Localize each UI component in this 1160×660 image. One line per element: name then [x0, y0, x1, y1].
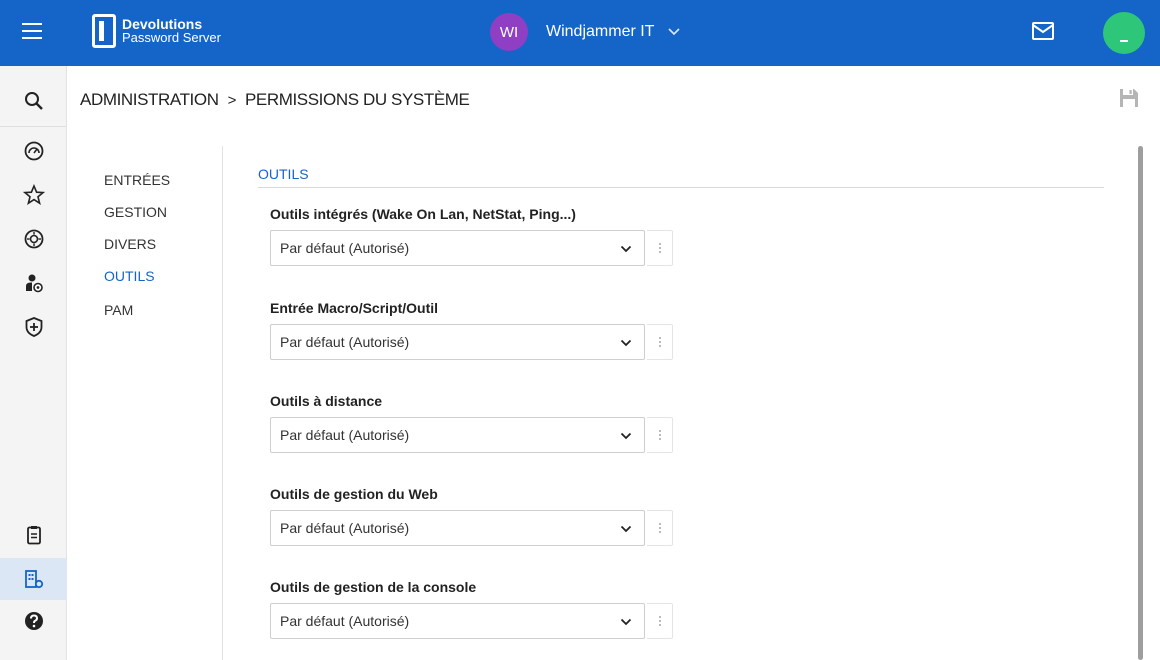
user-roles-icon[interactable] — [0, 262, 67, 304]
subnav-item-outils[interactable]: OUTILS — [104, 268, 155, 284]
field-label-console-management-tools: Outils de gestion de la console — [270, 579, 477, 595]
chevron-down-icon — [620, 245, 632, 253]
workspace-avatar: WI — [490, 13, 528, 51]
more-options-icon[interactable] — [647, 603, 673, 639]
section-title: OUTILS — [258, 166, 309, 182]
app-logo[interactable]: Devolutions Password Server — [92, 12, 221, 50]
star-icon[interactable] — [0, 174, 67, 216]
subnav-item-pam[interactable]: PAM — [104, 302, 133, 318]
chevron-down-icon — [620, 339, 632, 347]
vault-icon[interactable] — [0, 218, 67, 260]
more-options-icon[interactable] — [647, 417, 673, 453]
chevron-down-icon — [620, 525, 632, 533]
select-value: Par défaut (Autorisé) — [280, 520, 410, 536]
select-integrated-tools[interactable]: Par défaut (Autorisé) — [270, 230, 645, 266]
save-icon[interactable] — [1117, 86, 1141, 110]
select-web-management-tools[interactable]: Par défaut (Autorisé) — [270, 510, 645, 546]
permissions-panel: OUTILS Outils intégrés (Wake On Lan, Net… — [258, 160, 1104, 660]
breadcrumb-current: PERMISSIONS DU SYSTÈME — [244, 90, 470, 109]
envelope-icon[interactable] — [1032, 22, 1054, 40]
administration-icon[interactable] — [0, 558, 67, 600]
more-options-icon[interactable] — [647, 510, 673, 546]
user-avatar[interactable] — [1103, 12, 1145, 54]
logo-brand: Devolutions — [122, 16, 203, 32]
search-icon[interactable] — [0, 80, 67, 122]
shield-icon[interactable] — [0, 306, 67, 348]
menu-icon[interactable] — [22, 23, 42, 41]
select-value: Par défaut (Autorisé) — [280, 427, 410, 443]
scrollbar-thumb[interactable] — [1138, 146, 1143, 660]
breadcrumb-root[interactable]: ADMINISTRATION — [80, 90, 219, 110]
more-options-icon[interactable] — [647, 324, 673, 360]
field-label-remote-tools: Outils à distance — [270, 393, 383, 409]
select-value: Par défaut (Autorisé) — [280, 613, 410, 629]
chevron-down-icon — [668, 25, 681, 39]
subnav-item-gestion[interactable]: GESTION — [104, 204, 167, 220]
field-label-integrated-tools: Outils intégrés (Wake On Lan, NetStat, P… — [270, 206, 576, 222]
dashboard-icon[interactable] — [0, 130, 67, 172]
section-divider — [258, 187, 1104, 188]
field-label-web-management-tools: Outils de gestion du Web — [270, 486, 438, 502]
subnav-item-divers[interactable]: DIVERS — [104, 236, 156, 252]
logo-text: Devolutions Password Server — [122, 17, 221, 45]
select-value: Par défaut (Autorisé) — [280, 334, 410, 350]
devolutions-logo-icon — [92, 14, 116, 48]
clipboard-icon[interactable] — [0, 514, 67, 556]
chevron-down-icon — [620, 618, 632, 626]
subnav-item-entrees[interactable]: ENTRÉES — [104, 172, 170, 188]
settings-subnav: ENTRÉES GESTION DIVERS OUTILS PAM — [80, 146, 223, 660]
select-console-management-tools[interactable]: Par défaut (Autorisé) — [270, 603, 645, 639]
workspace-name: Windjammer IT — [546, 23, 655, 40]
top-bar: Devolutions Password Server WI Windjamme… — [0, 0, 1160, 66]
scrollbar[interactable] — [1138, 146, 1143, 660]
more-options-icon[interactable] — [647, 230, 673, 266]
select-macro-script-tool[interactable]: Par défaut (Autorisé) — [270, 324, 645, 360]
workspace-selector[interactable]: WI Windjammer IT — [490, 12, 681, 52]
select-value: Par défaut (Autorisé) — [280, 240, 410, 256]
field-label-macro-script-tool: Entrée Macro/Script/Outil — [270, 300, 439, 316]
logo-product: Password Server — [122, 30, 221, 45]
breadcrumb-separator: > — [227, 91, 237, 109]
rail-divider — [0, 126, 67, 127]
help-icon[interactable] — [0, 600, 67, 642]
chevron-down-icon — [620, 432, 632, 440]
side-rail — [0, 66, 67, 660]
breadcrumb: ADMINISTRATION > PERMISSIONS DU SYSTÈME — [80, 88, 470, 112]
select-remote-tools[interactable]: Par défaut (Autorisé) — [270, 417, 645, 453]
